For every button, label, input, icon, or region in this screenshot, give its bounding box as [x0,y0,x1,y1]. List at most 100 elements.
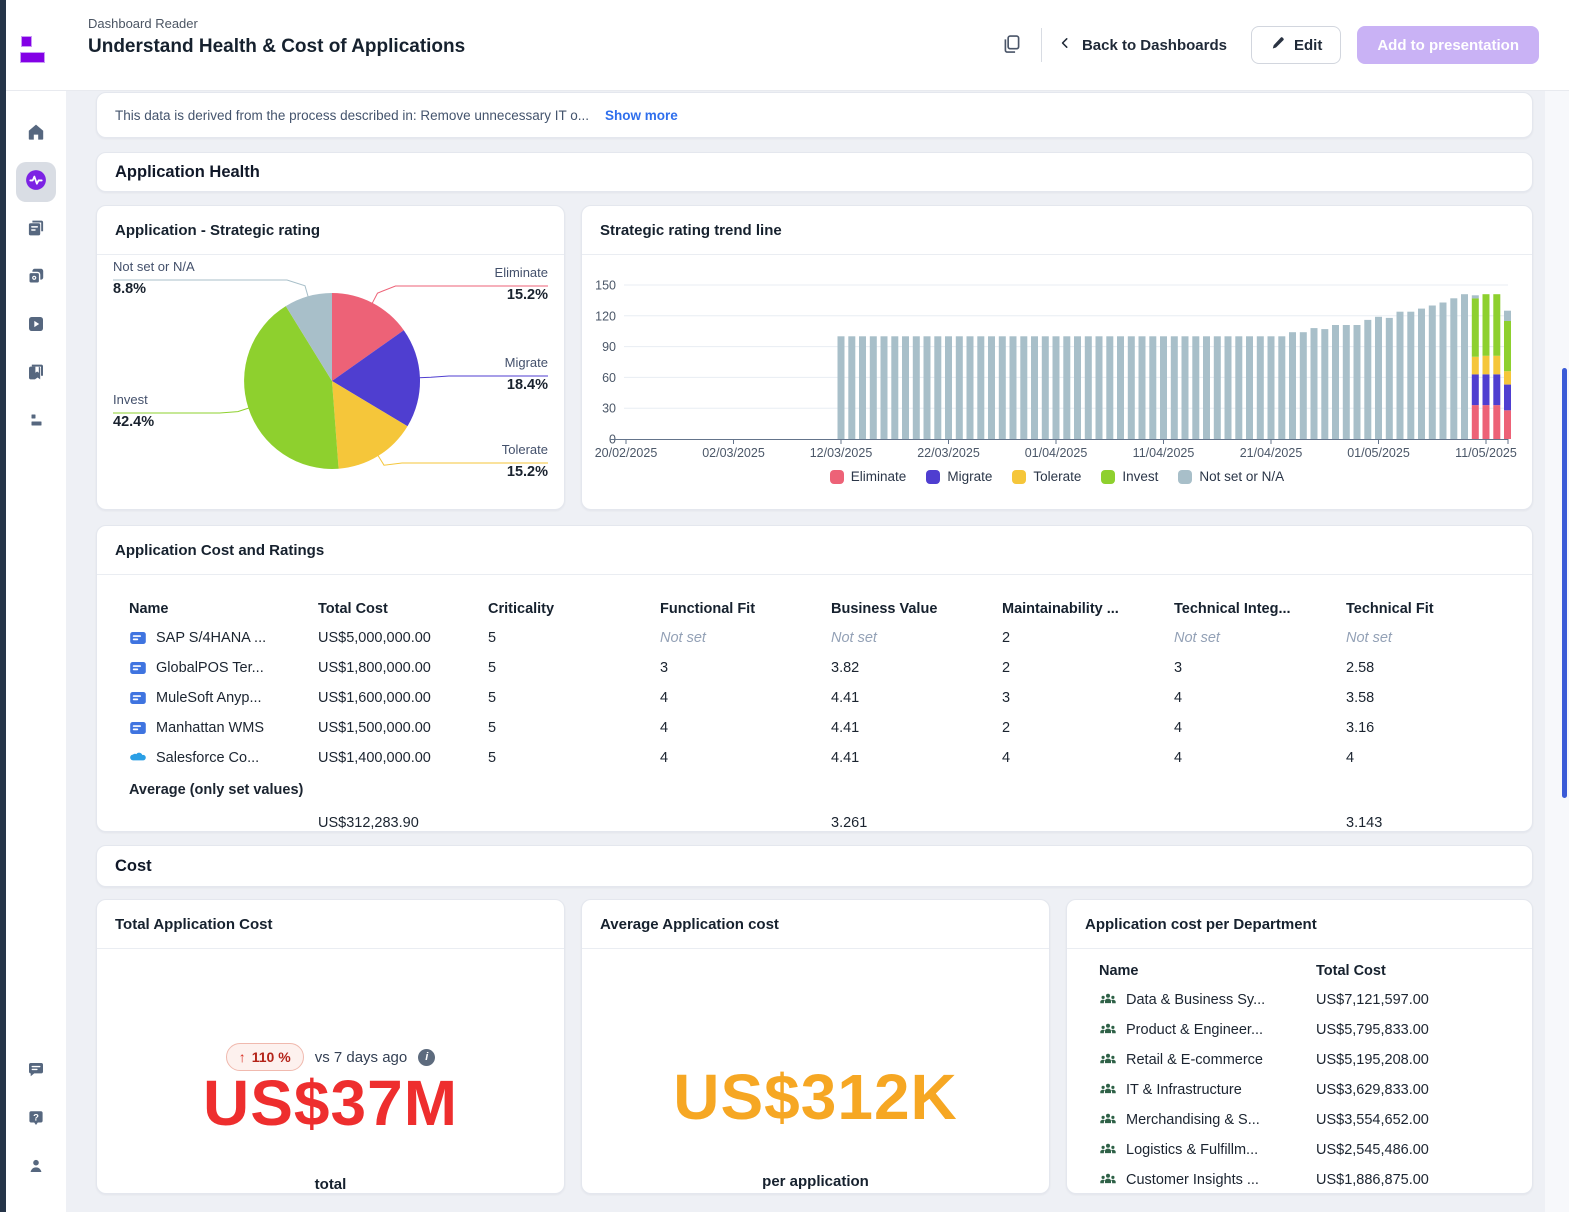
info-icon[interactable]: i [418,1049,435,1066]
table-cell: 5 [488,660,660,676]
application-row[interactable]: SAP S/4HANA ...US$5,000,000.005Not setNo… [129,623,1532,653]
application-name-cell: GlobalPOS Ter... [129,659,318,677]
trend-bar-segment-eliminate [1472,405,1479,439]
application-row[interactable]: GlobalPOS Ter...US$1,800,000.00533.82232… [129,653,1532,683]
sidebar-item-inventory[interactable] [16,258,56,298]
trend-bar-segment-not_set [1010,336,1017,439]
pie-label-name: Invest [113,392,154,408]
application-row[interactable]: Manhattan WMSUS$1,500,000.00544.41243.16 [129,713,1532,743]
trend-bar-segment-not_set [838,336,845,439]
trend-bar-segment-invest [1472,298,1479,357]
add-to-presentation-button[interactable]: Add to presentation [1357,26,1539,64]
trend-bar-segment-not_set [1171,336,1178,439]
trend-bar-segment-not_set [934,336,941,439]
department-name: Retail & E-commerce [1126,1052,1263,1068]
show-more-link[interactable]: Show more [605,108,678,123]
column-header-business-value[interactable]: Business Value [831,601,1002,617]
column-header-maintainability-[interactable]: Maintainability ... [1002,601,1174,617]
legend-item-invest[interactable]: Invest [1101,469,1158,484]
sidebar-item-collections[interactable] [16,354,56,394]
pie-label-eliminate: Eliminate15.2% [495,265,548,303]
dept-column-header-total-cost[interactable]: Total Cost [1316,963,1532,979]
trend-bar-segment-not_set [913,336,920,439]
pie-label-percent: 8.8% [113,281,195,297]
legend-item-tolerate[interactable]: Tolerate [1012,469,1081,484]
average-value-cell: 3.261 [831,815,1002,831]
table-cell: US$5,000,000.00 [318,630,488,646]
badge-value: 110 % [252,1049,291,1065]
department-row[interactable]: IT & InfrastructureUS$3,629,833.00 [1099,1075,1532,1105]
back-label: Back to Dashboards [1082,37,1227,54]
trend-bar-segment-not_set [1042,336,1049,439]
trend-bar-segment-not_set [1364,320,1371,439]
table-cell: 4 [1174,690,1346,706]
table-cell: 3.58 [1346,690,1532,706]
pie-label-percent: 15.2% [495,287,548,303]
column-header-functional-fit[interactable]: Functional Fit [660,601,831,617]
sidebar-item-reports[interactable] [16,210,56,250]
application-row[interactable]: MuleSoft Anyp...US$1,600,000.00544.41343… [129,683,1532,713]
sidebar-item-home[interactable] [16,114,56,154]
svg-text:11/05/2025: 11/05/2025 [1455,446,1517,460]
sidebar-item-help[interactable]: ? [16,1100,56,1140]
department-row[interactable]: Data & Business Sy...US$7,121,597.00 [1099,985,1532,1015]
strategic-rating-trend-chart[interactable]: Eliminate Migrate Tolerate Invest Not set or… [582,254,1532,509]
column-header-name[interactable]: Name [129,601,318,617]
average-application-cost-card: Average Application cost US$312K per app… [581,899,1050,1194]
legend-item-eliminate[interactable]: Eliminate [830,469,907,484]
trend-bar-segment-eliminate [1483,405,1490,439]
sidebar-item-chat[interactable] [16,1052,56,1092]
sidebar-item-dashboards[interactable] [16,162,56,202]
sidebar-item-user[interactable] [16,1148,56,1188]
trend-bar-segment-not_set [1031,336,1038,439]
application-name: GlobalPOS Ter... [156,660,264,676]
svg-text:01/04/2025: 01/04/2025 [1025,446,1088,460]
edit-button[interactable]: Edit [1251,26,1341,64]
info-banner: This data is derived from the process de… [96,92,1533,138]
svg-text:02/03/2025: 02/03/2025 [702,446,765,460]
department-name: Customer Insights ... [1126,1172,1259,1188]
table-cell: 3 [1002,690,1174,706]
table-cell: 5 [488,750,660,766]
legend-swatch [1178,470,1192,484]
department-row[interactable]: Logistics & Fulfillm...US$2,545,486.00 [1099,1135,1532,1165]
copy-dashboard-button[interactable] [999,32,1025,58]
department-row[interactable]: Merchandising & S...US$3,554,652.00 [1099,1105,1532,1135]
trend-bar-segment-not_set [1429,306,1436,440]
legend-item-migrate[interactable]: Migrate [926,469,992,484]
scrollbar-thumb[interactable] [1562,368,1567,798]
table-cell: 4.41 [831,750,1002,766]
department-row[interactable]: Retail & E-commerce US$5,195,208.00 [1099,1045,1532,1075]
column-header-total-cost[interactable]: Total Cost [318,601,488,617]
department-name: Data & Business Sy... [1126,992,1265,1008]
arrow-up-icon: ↑ [239,1049,246,1065]
column-header-criticality[interactable]: Criticality [488,601,660,617]
trend-bar-segment-not_set [881,336,888,439]
trend-bar-segment-migrate [1483,374,1490,405]
legend-item-not-set-or-n-a[interactable]: Not set or N/A [1178,469,1284,484]
badge-compare-text: vs 7 days ago [315,1049,408,1066]
column-header-technical-integ-[interactable]: Technical Integ... [1174,601,1346,617]
application-name: SAP S/4HANA ... [156,630,266,646]
column-header-technical-fit[interactable]: Technical Fit [1346,601,1532,617]
sidebar-item-diagrams[interactable] [16,306,56,346]
sidebar-item-workspace[interactable] [16,402,56,442]
application-row[interactable]: Salesforce Co...US$1,400,000.00544.41444 [129,743,1532,773]
department-cost: US$5,195,208.00 [1316,1052,1532,1068]
table-cell: 4 [1174,720,1346,736]
scrollbar-track[interactable] [1545,90,1569,1212]
workspace-logo-icon [26,410,46,435]
back-to-dashboards-link[interactable]: Back to Dashboards [1058,36,1227,54]
trend-bar-segment-not_set [1407,312,1414,439]
application-name: Manhattan WMS [156,720,264,736]
department-name: Logistics & Fulfillm... [1126,1142,1258,1158]
pie-label-percent: 15.2% [502,464,548,480]
trend-bar-segment-not_set [1225,336,1232,439]
dept-column-header-name[interactable]: Name [1099,963,1316,979]
total-cost-caption: total [97,1176,564,1193]
department-row[interactable]: Product & Engineer...US$5,795,833.00 [1099,1015,1532,1045]
svg-text:90: 90 [602,340,616,354]
strategic-rating-pie-chart[interactable]: Eliminate15.2%Migrate18.4%Tolerate15.2%I… [97,254,564,509]
table-cell: 4 [660,750,831,766]
department-row[interactable]: Customer Insights ...US$1,886,875.00 [1099,1165,1532,1195]
